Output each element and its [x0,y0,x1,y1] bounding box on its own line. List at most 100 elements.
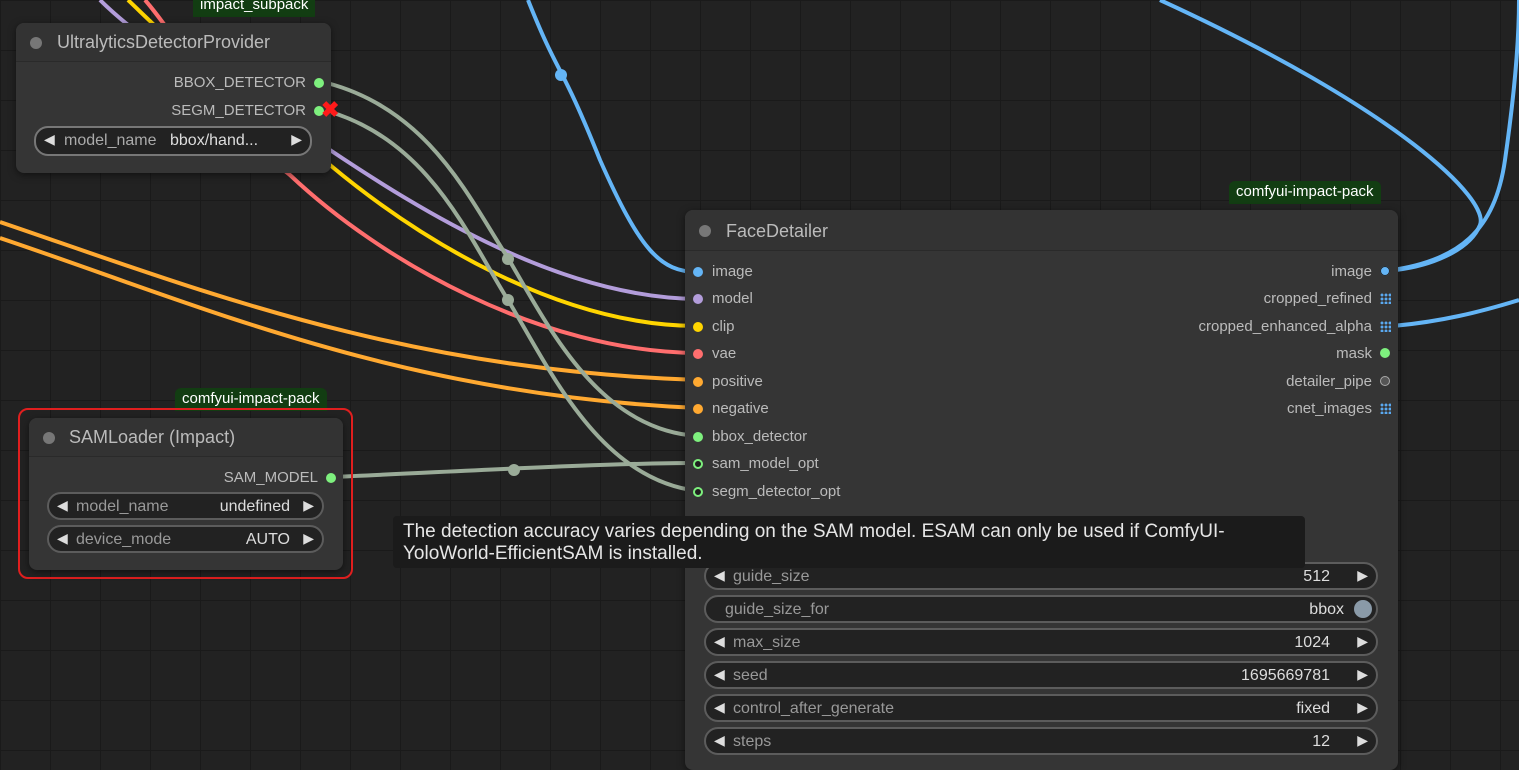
node-title: UltralyticsDetectorProvider [57,32,271,52]
output-cropped-enhanced-alpha-label: cropped_enhanced_alpha [1198,318,1373,335]
arrow-left-icon[interactable]: ◀ [57,530,68,547]
widget-value: 12 [1312,733,1330,750]
output-mask-label: mask [1336,345,1372,362]
output-image-slot[interactable] [1380,266,1390,276]
node-title-bar[interactable]: SAMLoader (Impact) [29,418,343,457]
wire-reroute-dot[interactable] [502,253,514,265]
facedetailer-node[interactable]: FaceDetailer image model clip vae positi… [685,210,1398,770]
wire-cropped-alpha-out [1391,298,1519,328]
input-model-slot[interactable] [693,294,703,304]
widget-value: bbox [1309,601,1344,618]
arrow-right-icon[interactable]: ▶ [303,530,314,547]
input-segm-detector-opt-label: segm_detector_opt [712,483,841,500]
wire-reroute-dot[interactable] [508,464,520,476]
collapse-dot-icon[interactable] [43,432,55,444]
output-cropped-refined-label: cropped_refined [1263,290,1372,307]
arrow-left-icon[interactable]: ◀ [57,497,68,514]
widget-name: seed [733,667,768,684]
widget-value: fixed [1296,700,1330,717]
toggle-knob-icon[interactable] [1354,600,1372,618]
arrow-left-icon[interactable]: ◀ [44,131,55,148]
output-detailer-pipe-label: detailer_pipe [1286,373,1372,390]
wire-reroute-dot[interactable] [555,69,567,81]
list-output-icon[interactable] [1380,321,1391,332]
slot-tooltip: The detection accuracy varies depending … [393,516,1305,568]
model-name-combo[interactable]: ◀ model_name bbox/hand... ▶ [34,126,312,156]
input-clip-label: clip [712,318,735,335]
wire-reroute-dot[interactable] [502,294,514,306]
list-output-icon[interactable] [1380,403,1391,414]
input-sam-model-opt-label: sam_model_opt [712,455,819,472]
widget-name: max_size [733,634,801,651]
widget-value: 1024 [1294,634,1330,651]
node-title-bar[interactable]: UltralyticsDetectorProvider [16,23,331,62]
seed-number[interactable]: ◀ seed 1695669781 ▶ [704,661,1378,689]
arrow-right-icon[interactable]: ▶ [1357,633,1368,650]
sam-model-name-combo[interactable]: ◀ model_name undefined ▶ [47,492,324,520]
widget-value: undefined [219,498,290,515]
node-badge-facedetailer: comfyui-impact-pack [1229,181,1381,204]
arrow-left-icon[interactable]: ◀ [714,666,725,683]
guide-size-for-toggle[interactable]: guide_size_for bbox [704,595,1378,623]
output-sam-model-label: SAM_MODEL [223,469,318,486]
input-vae-slot[interactable] [693,349,703,359]
widget-name: guide_size [733,568,810,585]
input-positive-label: positive [712,373,763,390]
input-image-label: image [712,263,753,280]
input-negative-slot[interactable] [693,404,703,414]
arrow-right-icon[interactable]: ▶ [1357,732,1368,749]
input-bbox-detector-label: bbox_detector [712,428,808,445]
max-size-number[interactable]: ◀ max_size 1024 ▶ [704,628,1378,656]
node-title: FaceDetailer [726,221,829,241]
output-mask-slot[interactable] [1380,348,1390,358]
widget-name: model_name [64,132,157,149]
widget-value: 512 [1303,568,1330,585]
input-image-slot[interactable] [693,267,703,277]
output-bbox-detector-label: BBOX_DETECTOR [173,74,306,91]
arrow-left-icon[interactable]: ◀ [714,732,725,749]
device-mode-combo[interactable]: ◀ device_mode AUTO ▶ [47,525,324,553]
steps-number[interactable]: ◀ steps 12 ▶ [704,727,1378,755]
remove-link-icon[interactable]: ✖ [321,99,339,121]
wire-image-in [526,0,699,274]
input-clip-slot[interactable] [693,322,703,332]
arrow-right-icon[interactable]: ▶ [1357,699,1368,716]
collapse-dot-icon[interactable] [699,225,711,237]
samloader-node[interactable]: SAMLoader (Impact) SAM_MODEL ◀ model_nam… [29,418,343,570]
ultralytics-detector-node[interactable]: UltralyticsDetectorProvider BBOX_DETECTO… [16,23,331,173]
arrow-left-icon[interactable]: ◀ [714,567,725,584]
widget-value: AUTO [245,531,290,548]
arrow-right-icon[interactable]: ▶ [1357,567,1368,584]
output-detailer-pipe-slot[interactable] [1380,376,1390,386]
input-model-label: model [712,290,753,307]
arrow-right-icon[interactable]: ▶ [1357,666,1368,683]
arrow-right-icon[interactable]: ▶ [291,131,302,148]
widget-name: device_mode [76,531,172,548]
arrow-left-icon[interactable]: ◀ [714,633,725,650]
output-sam-model-slot[interactable] [326,473,336,483]
node-title: SAMLoader (Impact) [69,427,236,447]
input-positive-slot[interactable] [693,377,703,387]
arrow-right-icon[interactable]: ▶ [303,497,314,514]
wire-positive [0,220,699,382]
widget-name: model_name [76,498,169,515]
input-bbox-detector-slot[interactable] [693,432,703,442]
widget-value: bbox/hand... [170,132,259,149]
widget-name: control_after_generate [733,700,894,717]
output-cnet-images-label: cnet_images [1286,400,1372,417]
input-vae-label: vae [712,345,737,362]
control-after-generate-combo[interactable]: ◀ control_after_generate fixed ▶ [704,694,1378,722]
widget-name: steps [733,733,772,750]
output-bbox-detector-slot[interactable] [314,78,324,88]
node-badge-ultralytics: impact_subpack [193,0,316,17]
arrow-left-icon[interactable]: ◀ [714,699,725,716]
input-negative-label: negative [712,400,769,417]
output-segm-detector-label: SEGM_DETECTOR [171,102,306,119]
widget-name: guide_size_for [725,601,830,618]
list-output-icon[interactable] [1380,293,1391,304]
collapse-dot-icon[interactable] [30,37,42,49]
input-segm-detector-opt-slot[interactable] [693,487,703,497]
node-title-bar[interactable]: FaceDetailer [685,210,1398,251]
input-sam-model-opt-slot[interactable] [693,459,703,469]
output-image-label: image [1331,263,1372,280]
